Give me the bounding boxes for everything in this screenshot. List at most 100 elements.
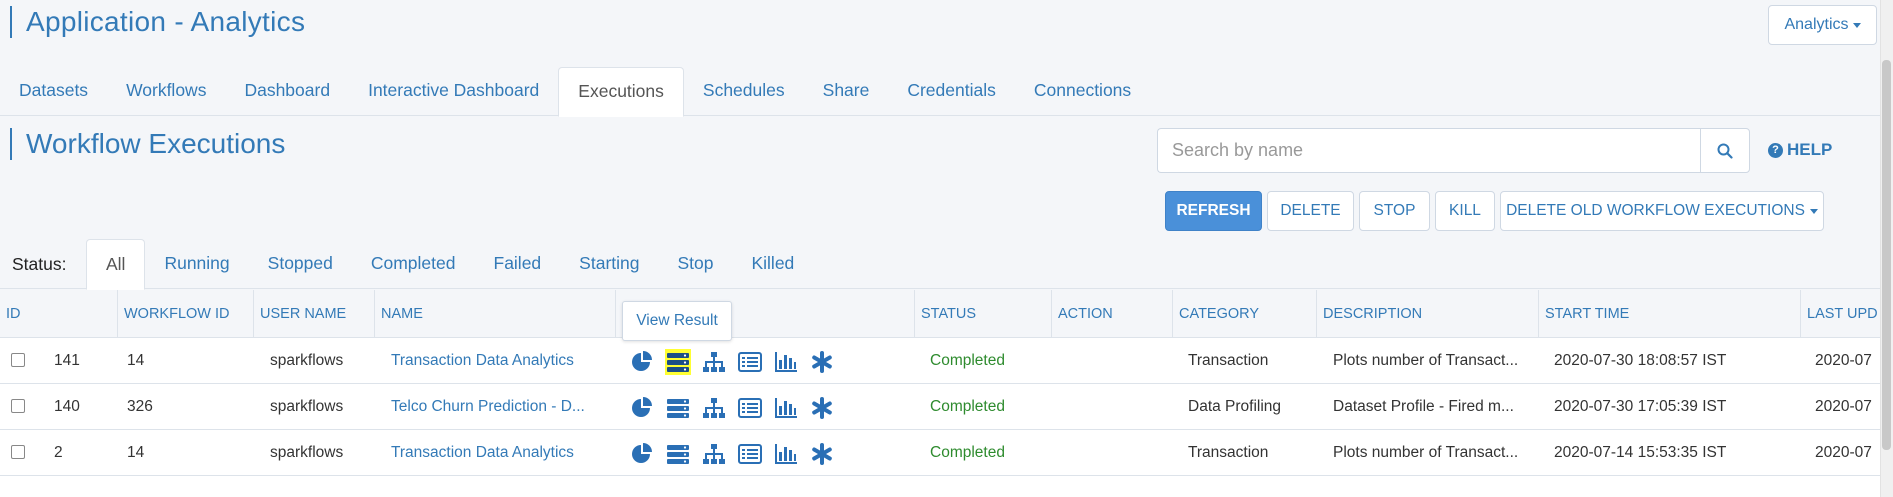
server-icon[interactable] (665, 349, 691, 375)
column-header-action[interactable]: ACTION (1051, 290, 1171, 338)
tab-schedules[interactable]: Schedules (684, 67, 804, 116)
status-tab-all[interactable]: All (86, 239, 146, 290)
table-row[interactable]: 141 14 sparkflows Transaction Data Analy… (0, 338, 1880, 384)
delete-button[interactable]: DELETE (1267, 191, 1354, 231)
cell-user-name: sparkflows (270, 398, 344, 415)
help-link[interactable]: ? HELP (1768, 140, 1832, 160)
cell-workflow-id: 14 (127, 352, 145, 369)
cell-id: 2 (54, 444, 63, 461)
bar-chart-icon[interactable] (773, 349, 799, 375)
search-input[interactable] (1157, 128, 1700, 173)
tab-workflows[interactable]: Workflows (107, 67, 225, 116)
status-tab-failed[interactable]: Failed (475, 239, 561, 289)
cell-start-time: 2020-07-30 17:05:39 IST (1554, 398, 1727, 415)
scrollbar-thumb[interactable] (1882, 60, 1891, 450)
table-row[interactable]: 2 14 sparkflows Transaction Data Analyti… (0, 430, 1880, 476)
row-checkbox[interactable] (11, 399, 25, 413)
status-tab-running[interactable]: Running (145, 239, 248, 289)
main-tabs: Datasets Workflows Dashboard Interactive… (0, 67, 1880, 117)
executions-table: ID WORKFLOW ID USER NAME NAME STATUS ACT… (0, 290, 1880, 497)
tab-connections[interactable]: Connections (1015, 67, 1150, 116)
column-header-status[interactable]: STATUS (914, 290, 1051, 338)
delete-old-executions-dropdown[interactable]: DELETE OLD WORKFLOW EXECUTIONS (1500, 191, 1824, 231)
cell-start-time: 2020-07-30 18:08:57 IST (1554, 352, 1727, 369)
tab-datasets[interactable]: Datasets (0, 67, 107, 116)
asterisk-icon[interactable] (809, 349, 835, 375)
status-tab-starting[interactable]: Starting (560, 239, 658, 289)
status-tab-completed[interactable]: Completed (352, 239, 475, 289)
column-header-start-time[interactable]: START TIME (1538, 290, 1799, 338)
cell-description: Plots number of Transact... (1333, 352, 1519, 369)
stop-button[interactable]: STOP (1359, 191, 1430, 231)
row-action-icons (629, 441, 835, 467)
delete-old-executions-label: DELETE OLD WORKFLOW EXECUTIONS (1506, 202, 1805, 219)
app-switcher-label: Analytics (1784, 16, 1849, 33)
column-header-category[interactable]: CATEGORY (1172, 290, 1315, 338)
app-title: Application - Analytics (26, 6, 306, 37)
refresh-button[interactable]: REFRESH (1165, 191, 1262, 231)
sitemap-icon[interactable] (701, 395, 727, 421)
cell-last-updated: 2020-07 (1815, 352, 1872, 369)
cell-user-name: sparkflows (270, 444, 344, 461)
column-header-name[interactable]: NAME (374, 290, 614, 338)
search-button[interactable] (1700, 128, 1750, 173)
list-alt-icon[interactable] (737, 395, 763, 421)
tab-share[interactable]: Share (804, 67, 889, 116)
tab-dashboard[interactable]: Dashboard (225, 67, 349, 116)
column-header-id[interactable]: ID (0, 290, 110, 338)
tab-interactive-dashboard[interactable]: Interactive Dashboard (349, 67, 558, 116)
server-icon[interactable] (665, 441, 691, 467)
cell-category: Transaction (1188, 352, 1269, 369)
asterisk-icon[interactable] (809, 441, 835, 467)
cell-description: Plots number of Transact... (1333, 444, 1519, 461)
list-alt-icon[interactable] (737, 349, 763, 375)
status-tab-stop[interactable]: Stop (658, 239, 732, 289)
kill-button[interactable]: KILL (1435, 191, 1495, 231)
pie-chart-icon[interactable] (629, 395, 655, 421)
cell-last-updated: 2020-07 (1815, 444, 1872, 461)
cell-workflow-id: 326 (127, 398, 153, 415)
help-label: HELP (1787, 140, 1833, 159)
table-row[interactable]: 140 326 sparkflows Telco Churn Predictio… (0, 384, 1880, 430)
page-title: Workflow Executions (10, 128, 285, 160)
status-tab-killed[interactable]: Killed (732, 239, 813, 289)
bar-chart-icon[interactable] (773, 441, 799, 467)
cell-status: Completed (930, 398, 1005, 415)
list-alt-icon[interactable] (737, 441, 763, 467)
cell-category: Transaction (1188, 444, 1269, 461)
row-checkbox[interactable] (11, 353, 25, 367)
search-bar (1157, 128, 1750, 173)
table-header: ID WORKFLOW ID USER NAME NAME STATUS ACT… (0, 290, 1880, 341)
cell-id: 141 (54, 352, 80, 369)
cell-status: Completed (930, 352, 1005, 369)
cell-name-link[interactable]: Transaction Data Analytics (391, 338, 601, 384)
search-icon (1717, 143, 1733, 159)
column-header-description[interactable]: DESCRIPTION (1316, 290, 1537, 338)
cell-name-link[interactable]: Telco Churn Prediction - D... (391, 384, 601, 430)
cell-start-time: 2020-07-14 15:53:35 IST (1554, 444, 1727, 461)
vertical-scrollbar[interactable] (1880, 0, 1893, 497)
pie-chart-icon[interactable] (629, 349, 655, 375)
tab-executions[interactable]: Executions (558, 67, 684, 117)
pie-chart-icon[interactable] (629, 441, 655, 467)
cell-category: Data Profiling (1188, 398, 1282, 415)
sitemap-icon[interactable] (701, 441, 727, 467)
server-icon[interactable] (665, 395, 691, 421)
asterisk-icon[interactable] (809, 395, 835, 421)
tab-credentials[interactable]: Credentials (888, 67, 1015, 116)
status-tab-stopped[interactable]: Stopped (249, 239, 352, 289)
column-header-user-name[interactable]: USER NAME (253, 290, 373, 338)
view-result-tooltip: View Result (622, 301, 732, 341)
sitemap-icon[interactable] (701, 349, 727, 375)
cell-user-name: sparkflows (270, 352, 344, 369)
app-header: Application - Analytics Analytics (0, 0, 1880, 54)
row-action-icons (629, 349, 835, 375)
caret-down-icon (1809, 208, 1818, 214)
status-label: Status: (12, 254, 67, 274)
column-header-last-updated[interactable]: LAST UPD (1800, 290, 1880, 338)
column-header-workflow-id[interactable]: WORKFLOW ID (117, 290, 252, 338)
cell-name-link[interactable]: Transaction Data Analytics (391, 430, 601, 476)
app-switcher-dropdown[interactable]: Analytics (1768, 5, 1877, 45)
bar-chart-icon[interactable] (773, 395, 799, 421)
row-checkbox[interactable] (11, 445, 25, 459)
